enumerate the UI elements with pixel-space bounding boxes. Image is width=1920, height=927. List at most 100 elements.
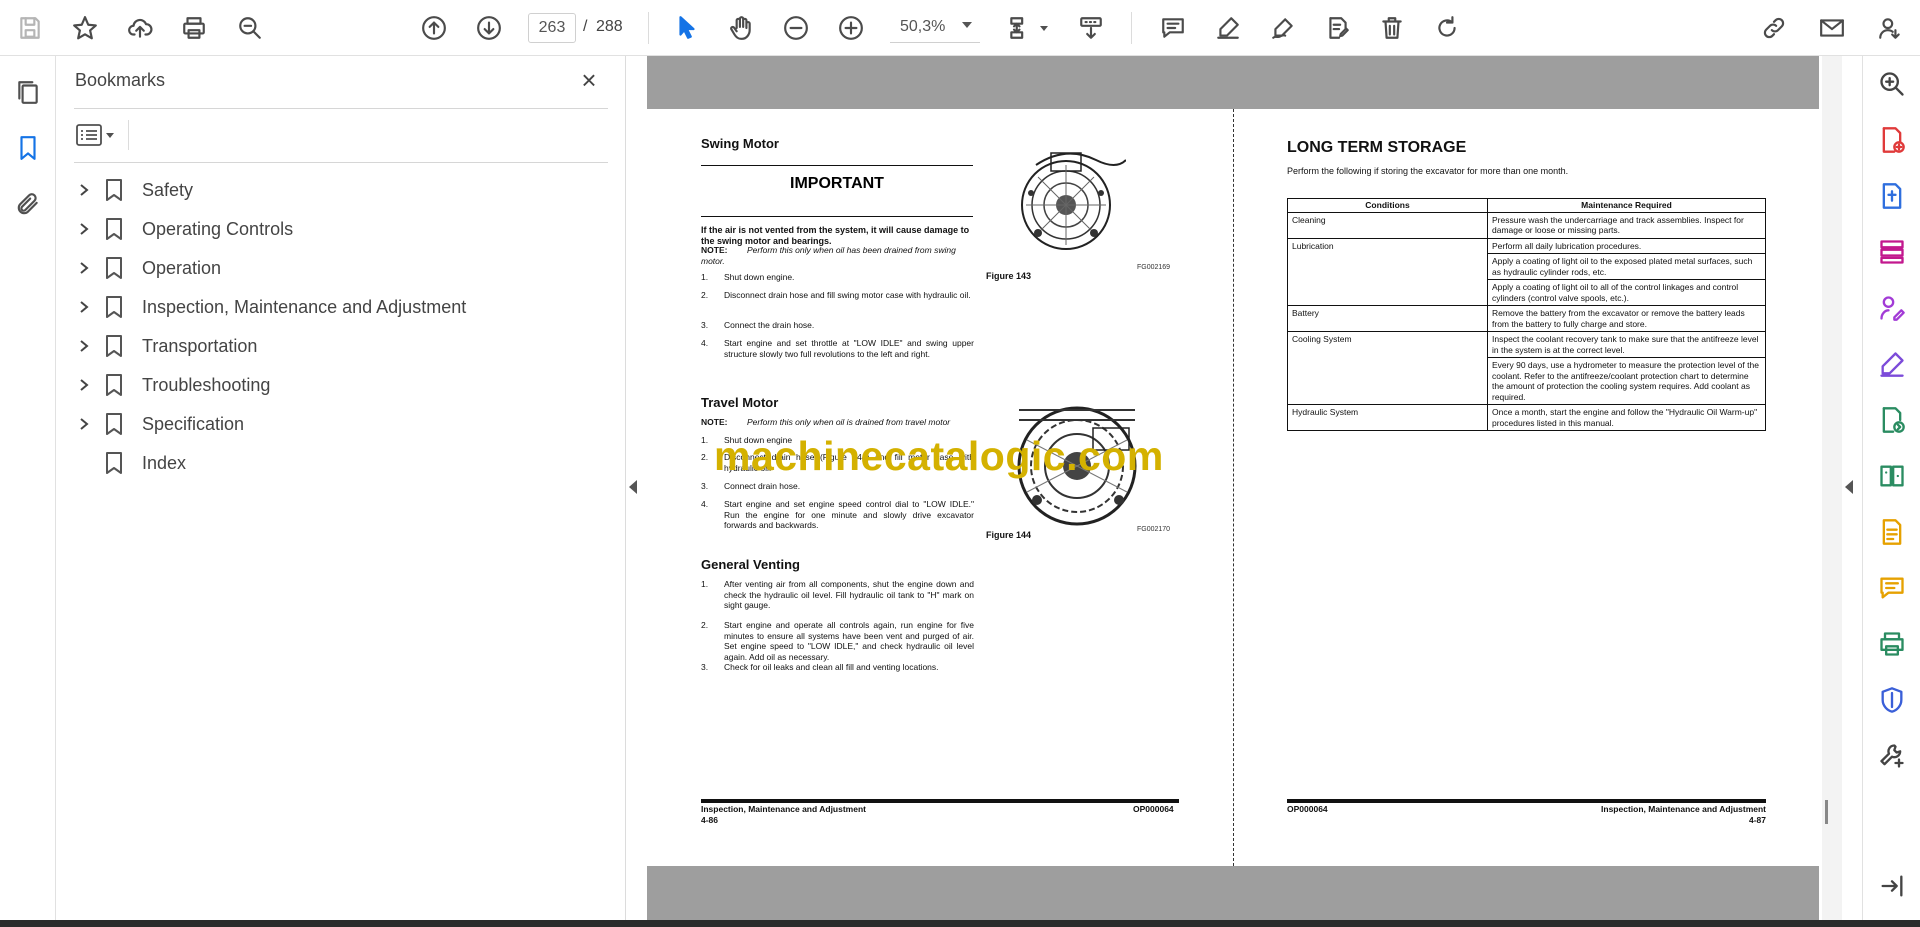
bookmark-flag-icon	[100, 215, 128, 243]
chevron-down-icon[interactable]	[1040, 26, 1048, 31]
hand-tool-icon[interactable]	[723, 10, 759, 46]
chevron-right-icon[interactable]	[72, 256, 96, 280]
step-text: After venting air from all components, s…	[724, 579, 974, 610]
save-icon[interactable]	[12, 10, 48, 46]
more-tools-icon[interactable]	[1876, 740, 1908, 772]
step-number: 3.	[701, 320, 709, 330]
important-title: IMPORTANT	[790, 175, 884, 192]
zoom-out-icon[interactable]	[778, 10, 814, 46]
bookmark-item[interactable]: Troubleshooting	[72, 370, 270, 400]
left-navigation-rail	[0, 56, 56, 920]
comment-tool-icon[interactable]	[1876, 572, 1908, 604]
comment-icon[interactable]	[1155, 10, 1191, 46]
section-heading: Swing Motor	[701, 136, 779, 151]
expand-panel-icon[interactable]	[1876, 870, 1908, 902]
main-toolbar: 263 / 288 50,3%	[0, 0, 1920, 56]
bookmark-item[interactable]: Inspection, Maintenance and Adjustment	[72, 292, 466, 322]
next-page-icon[interactable]	[471, 10, 507, 46]
maintenance-cell: Inspect the coolant recovery tank to mak…	[1487, 331, 1766, 358]
note-text: Perform this only when oil is drained fr…	[747, 417, 951, 427]
page-number-input[interactable]: 263	[528, 13, 576, 43]
page-fit-icon[interactable]	[1002, 10, 1038, 46]
organize-pages-icon[interactable]	[1876, 236, 1908, 268]
condition-cell: Battery	[1287, 305, 1488, 332]
bookmark-item[interactable]: Operation	[72, 253, 221, 283]
bookmark-item[interactable]: Transportation	[72, 331, 257, 361]
print-production-icon[interactable]	[1876, 628, 1908, 660]
chevron-right-icon[interactable]	[72, 178, 96, 202]
edit-text-icon[interactable]	[1320, 10, 1356, 46]
chevron-down-icon	[106, 132, 114, 138]
protect-shield-icon[interactable]	[1876, 684, 1908, 716]
collapse-right-panel-icon[interactable]	[1845, 480, 1853, 494]
section-heading: Travel Motor	[701, 395, 779, 410]
vertical-scrollbar[interactable]	[1822, 56, 1842, 920]
select-cursor-icon[interactable]	[669, 10, 705, 46]
document-viewport[interactable]: Swing Motor IMPORTANT If the air is not …	[647, 56, 1819, 920]
account-user-icon[interactable]	[1872, 10, 1908, 46]
delete-trash-icon[interactable]	[1374, 10, 1410, 46]
star-icon[interactable]	[67, 10, 103, 46]
bookmark-flag-icon	[100, 449, 128, 477]
attachment-paperclip-icon[interactable]	[12, 188, 44, 220]
figure-caption: Figure 143	[986, 271, 1032, 281]
bookmark-item[interactable]: Safety	[72, 175, 193, 205]
bookmark-item[interactable]: Index	[72, 448, 186, 478]
long-term-storage-intro: Perform the following if storing the exc…	[1287, 166, 1569, 176]
chevron-right-icon[interactable]	[72, 295, 96, 319]
edit-pdf-icon[interactable]	[1876, 516, 1908, 548]
fill-and-sign-icon[interactable]	[1876, 348, 1908, 380]
send-for-review-icon[interactable]	[1876, 404, 1908, 436]
zoom-in-icon[interactable]	[833, 10, 869, 46]
chevron-right-icon[interactable]	[72, 373, 96, 397]
zoom-level-select[interactable]: 50,3%	[890, 13, 980, 43]
step-number: 2.	[701, 452, 709, 462]
note: NOTE: Perform this only when oil is drain…	[701, 417, 973, 428]
step-text: Start engine and set engine speed contro…	[724, 499, 974, 530]
figure-caption: Figure 144	[986, 530, 1032, 540]
redo-rotate-icon[interactable]	[1429, 10, 1465, 46]
scroll-mode-icon[interactable]	[1073, 10, 1109, 46]
collapse-left-panel-icon[interactable]	[629, 480, 637, 494]
create-pdf-icon[interactable]	[1876, 124, 1908, 156]
bookmark-icon[interactable]	[12, 132, 44, 164]
page-thumbnails-icon[interactable]	[12, 76, 44, 108]
step-number: 2.	[701, 620, 709, 630]
chevron-right-icon[interactable]	[72, 334, 96, 358]
email-icon[interactable]	[1814, 10, 1850, 46]
footer-rule	[1287, 799, 1766, 803]
maintenance-cell: Once a month, start the engine and follo…	[1487, 404, 1766, 431]
chevron-right-icon[interactable]	[72, 217, 96, 241]
toolbar-divider	[1131, 12, 1132, 44]
footer-doc-id: OP000064	[1287, 804, 1328, 814]
search-zoom-icon[interactable]	[232, 10, 268, 46]
link-share-icon[interactable]	[1756, 10, 1792, 46]
footer-rule	[701, 799, 1179, 803]
previous-page-icon[interactable]	[416, 10, 452, 46]
chevron-right-icon[interactable]	[72, 412, 96, 436]
compare-files-icon[interactable]	[1876, 460, 1908, 492]
chevron-down-icon[interactable]	[962, 22, 972, 28]
scrollbar-thumb[interactable]	[1825, 800, 1828, 824]
upload-cloud-icon[interactable]	[122, 10, 158, 46]
footer-page-number: 4-86	[701, 815, 719, 825]
close-icon[interactable]: ×	[576, 67, 602, 94]
figure-code: FG002170	[1137, 526, 1171, 533]
bookmark-item[interactable]: Operating Controls	[72, 214, 293, 244]
export-pdf-icon[interactable]	[1876, 180, 1908, 212]
bookmark-label: Operation	[142, 257, 222, 278]
divider	[74, 108, 608, 109]
bookmark-flag-icon	[100, 254, 128, 282]
highlight-pen-icon[interactable]	[1210, 10, 1246, 46]
table-row: Battery Remove the battery from the excav…	[1287, 305, 1766, 332]
zoom-search-icon[interactable]	[1876, 68, 1908, 100]
swing-motor-figure	[1016, 145, 1126, 255]
bookmark-options-button[interactable]	[76, 120, 120, 150]
print-icon[interactable]	[176, 10, 212, 46]
bookmark-flag-icon	[100, 293, 128, 321]
bookmark-item[interactable]: Specification	[72, 409, 244, 439]
draw-freehand-icon[interactable]	[1265, 10, 1301, 46]
request-signatures-icon[interactable]	[1876, 292, 1908, 324]
bookmark-label: Specification	[142, 413, 245, 434]
note: NOTE: Perform this only when oil has been…	[701, 245, 973, 266]
